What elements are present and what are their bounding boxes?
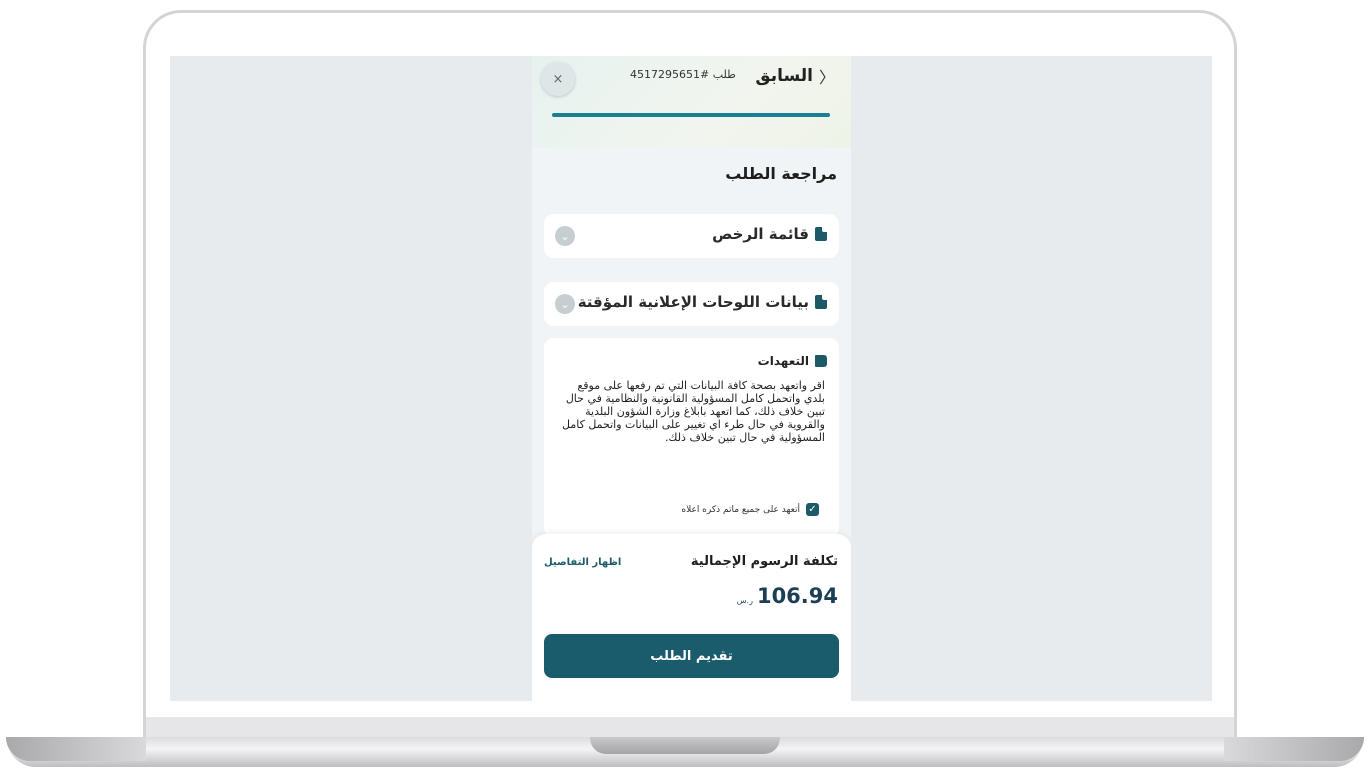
chevron-down-icon[interactable]: ⌄ (555, 226, 575, 246)
submit-request-button[interactable]: تقديم الطلب (544, 634, 839, 678)
accordion-billboards-text: بيانات اللوحات الإعلانية المؤقتة (577, 293, 809, 311)
pledge-checkbox-label: أتعهد على جميع ماتم ذكره اعلاه (681, 504, 800, 515)
chevron-down-icon[interactable]: ⌄ (555, 294, 575, 314)
document-icon (815, 295, 827, 309)
accordion-licenses-text: قائمة الرخص (712, 225, 809, 243)
top-bar: 〈 السابق طلب #4517295651 × (532, 56, 851, 148)
accordion-licenses-label: قائمة الرخص (712, 225, 827, 243)
mobile-app: 〈 السابق طلب #4517295651 × مراجعة الطلب … (532, 56, 851, 701)
accordion-billboards-label: بيانات اللوحات الإعلانية المؤقتة (578, 293, 827, 311)
page-title: مراجعة الطلب (725, 164, 837, 183)
back-button[interactable]: 〈 السابق (755, 64, 835, 88)
show-details-link[interactable]: اظهار التفاصيل (544, 557, 621, 568)
laptop-screen: 〈 السابق طلب #4517295651 × مراجعة الطلب … (170, 56, 1212, 701)
request-id: طلب #4517295651 (630, 68, 736, 81)
laptop-notch (590, 737, 780, 754)
fee-footer: تكلفة الرسوم الإجمالية اظهار التفاصيل 10… (532, 534, 851, 701)
laptop-bezel-bottom (146, 717, 1234, 737)
amount-value: 106.94 (756, 584, 838, 608)
accordion-billboards[interactable]: بيانات اللوحات الإعلانية المؤقتة ⌄ (544, 282, 839, 326)
fee-amount: 106.94 ر.س (737, 584, 838, 608)
close-icon: × (552, 71, 564, 87)
request-label: طلب (712, 68, 736, 81)
pledge-text: اقر واتعهد بصحة كافة البيانات التي تم رف… (562, 379, 825, 444)
close-button[interactable]: × (541, 62, 575, 96)
book-icon (815, 355, 827, 367)
amount-currency: ر.س (736, 596, 753, 605)
check-icon[interactable]: ✓ (806, 503, 819, 516)
progress-bar (552, 113, 830, 117)
laptop-base-left (6, 737, 146, 761)
document-icon (815, 227, 827, 241)
laptop-base-right (1224, 737, 1364, 761)
accordion-licenses[interactable]: قائمة الرخص ⌄ (544, 214, 839, 258)
pledge-card: التعهدات اقر واتعهد بصحة كافة البيانات ا… (544, 338, 839, 538)
fee-label: تكلفة الرسوم الإجمالية (690, 554, 838, 569)
back-label: السابق (755, 66, 813, 86)
request-number: #4517295651 (630, 68, 710, 81)
chevron-left-icon: 〈 (818, 68, 835, 87)
pledge-checkbox-row[interactable]: ✓ أتعهد على جميع ماتم ذكره اعلاه (681, 503, 819, 516)
pledge-title: التعهدات (757, 354, 809, 368)
pledge-heading: التعهدات (758, 354, 827, 368)
